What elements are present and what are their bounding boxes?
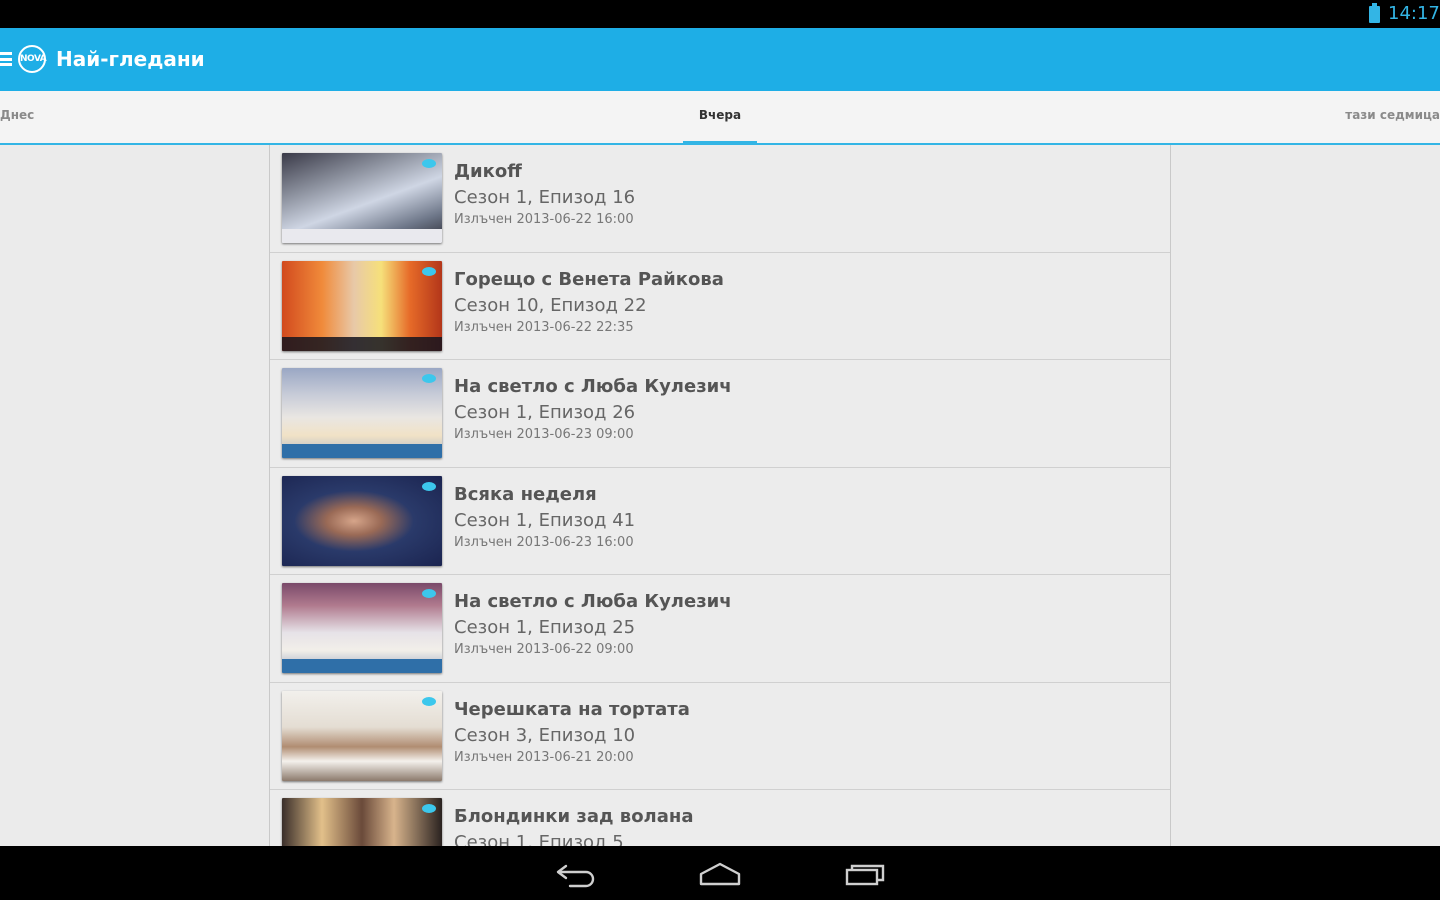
news-ticker [282,336,442,351]
episode-thumbnail [282,798,442,846]
channel-badge-icon [422,266,436,276]
episode-season: Сезон 3, Епизод 10 [454,724,636,746]
channel-badge-icon [422,589,436,598]
episode-aired: Излъчен 2013-06-23 16:00 [454,534,634,550]
episode-thumbnail [282,690,442,781]
episode-aired: Излъчен 2013-06-21 20:00 [454,749,634,765]
action-bar: NOVA Най-гледани [0,28,1440,91]
episode-aired: Излъчен 2013-06-23 09:00 [454,427,634,442]
tab-bar: Днес Вчера тази седмица [0,91,1440,145]
home-icon[interactable] [698,860,742,888]
list-item[interactable]: Горещо с Венета Райкова Сезон 10, Епизод… [270,253,1170,360]
nova-logo-icon[interactable]: NOVA [18,45,47,73]
episode-thumbnail [282,368,442,458]
episode-title: Всяка неделя [454,483,597,505]
channel-badge-icon [422,804,436,813]
episode-thumbnail [282,260,442,351]
episode-aired: Излъчен 2013-06-22 22:35 [454,319,634,335]
channel-badge-icon [422,159,436,168]
tab-yesterday-label: Вчера [698,108,742,122]
episode-thumbnail [282,153,442,243]
tab-yesterday[interactable]: Вчера [683,91,757,145]
list-item[interactable]: Блондинки зад волана Сезон 1, Епизод 5 [270,790,1170,846]
list-item[interactable]: На светло с Люба Кулезич Сезон 1, Епизод… [270,575,1170,683]
episode-season: Сезон 1, Епизод 41 [454,509,636,531]
episode-list[interactable]: Дикоff Сезон 1, Епизод 16 Излъчен 2013-0… [269,145,1171,846]
list-item[interactable]: Всяка неделя Сезон 1, Епизод 41 Излъчен … [270,468,1170,575]
tab-today[interactable]: Днес [0,91,34,143]
episode-season: Сезон 10, Епизод 22 [454,294,647,316]
list-item[interactable]: Дикоff Сезон 1, Епизод 16 Излъчен 2013-0… [270,145,1170,253]
channel-badge-icon [422,374,436,383]
news-ticker [282,659,442,673]
episode-season: Сезон 1, Епизод 16 [454,187,636,208]
list-item[interactable]: На светло с Люба Кулезич Сезон 1, Епизод… [270,360,1170,468]
episode-thumbnail [282,475,442,566]
episode-title: На светло с Люба Кулезич [454,591,732,612]
episode-title: Блондинки зад волана [454,806,694,827]
news-ticker [282,229,442,243]
episode-season: Сезон 1, Епизод 26 [454,402,636,423]
episode-season: Сезон 1, Епизод 5 [454,832,624,846]
status-bar: 14:17 [0,0,1440,28]
episode-title: Черешката на тортата [454,698,690,720]
tab-this-week[interactable]: тази седмица [1345,91,1440,143]
list-item[interactable]: Черешката на тортата Сезон 3, Епизод 10 … [270,683,1170,790]
hamburger-menu-icon[interactable] [0,52,12,66]
channel-badge-icon [422,481,436,491]
page-title: Най-гледани [56,47,205,71]
episode-title: Горещо с Венета Райкова [454,268,724,290]
news-ticker [282,444,442,458]
status-clock: 14:17 [1388,3,1440,24]
navigation-bar [0,846,1440,900]
episode-title: На светло с Люба Кулезич [454,376,732,397]
channel-badge-icon [422,696,436,706]
episode-title: Дикоff [454,161,522,182]
episode-season: Сезон 1, Епизод 25 [454,617,636,638]
recent-apps-icon[interactable] [843,860,887,888]
episode-aired: Излъчен 2013-06-22 16:00 [454,212,634,227]
episode-thumbnail [282,583,442,673]
episode-aired: Излъчен 2013-06-22 09:00 [454,642,634,657]
battery-icon [1369,3,1380,23]
back-icon[interactable] [554,860,598,888]
